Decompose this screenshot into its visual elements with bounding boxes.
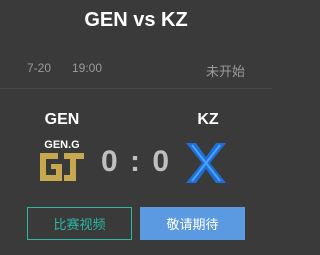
- match-time: 19:00: [72, 61, 103, 75]
- gen-g-logo-icon: GEN.G: [34, 135, 90, 191]
- match-status: 未开始: [205, 64, 245, 79]
- kz-logo-icon: [178, 135, 234, 191]
- team-right-name: KZ: [197, 111, 219, 128]
- team-left-name: GEN: [44, 111, 80, 128]
- match-card: GEN vs KZ 7-20 19:00 未开始 GEN KZ GEN.G 0 …: [0, 0, 272, 255]
- coming-soon-button[interactable]: 敬请期待: [140, 207, 245, 240]
- match-date: 7-20: [27, 61, 52, 75]
- match-title: GEN vs KZ: [84, 9, 188, 31]
- match-score: 0 : 0: [100, 145, 172, 178]
- gen-g-logo-text: GEN.G: [44, 139, 79, 151]
- match-video-button[interactable]: 比赛视频: [27, 207, 132, 240]
- divider: [0, 88, 272, 89]
